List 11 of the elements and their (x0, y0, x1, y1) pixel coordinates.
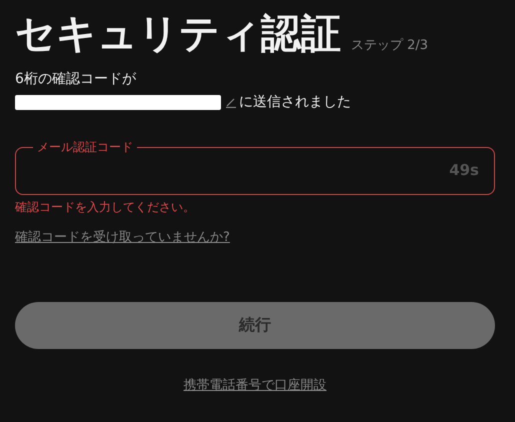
page-title: セキュリティ認証 (15, 10, 341, 59)
code-field[interactable]: メール認証コード 49s (15, 139, 495, 195)
help-link[interactable]: 確認コードを受け取っていませんか? (15, 228, 230, 246)
error-message: 確認コードを入力してください。 (15, 199, 196, 216)
field-label: メール認証コード (36, 139, 134, 156)
countdown-timer: 49s (449, 161, 479, 179)
pencil-icon[interactable] (225, 96, 237, 108)
message-text: に送信されました (239, 93, 351, 111)
message-text: 6桁の確認コードが (15, 70, 137, 88)
phone-signup-link[interactable]: 携帯電話番号で口座開設 (184, 378, 326, 393)
step-indicator: ステップ 2/3 (351, 37, 428, 54)
